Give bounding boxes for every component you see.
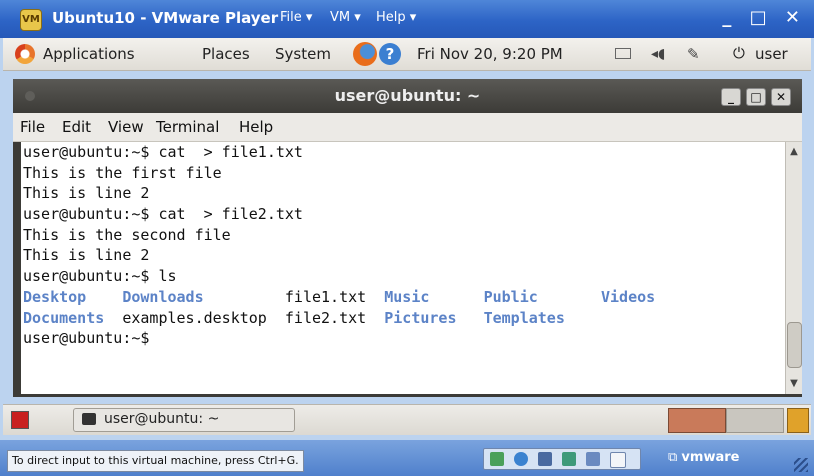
panel-clock[interactable]: Fri Nov 20, 9:20 PM — [417, 45, 563, 63]
scroll-down-icon[interactable]: ▼ — [786, 376, 802, 392]
terminal-close-button[interactable]: ✕ — [771, 88, 791, 106]
terminal-icon — [82, 413, 96, 425]
terminal-output[interactable]: user@ubuntu:~$ cat > file1.txt This is t… — [21, 142, 785, 394]
terminal-titlebar[interactable]: user@ubuntu: ~ _ □ ✕ — [13, 79, 802, 113]
terminal-line: This is line 2 — [23, 184, 150, 203]
ls-entry: Templates — [483, 308, 565, 327]
resize-grip-icon[interactable] — [794, 458, 808, 472]
terminal-minimize-button[interactable]: _ — [721, 88, 741, 106]
ls-output-row: Documents examples.desktop file2.txt Pic… — [23, 308, 785, 329]
ls-output-row: Desktop Downloads file1.txt Music Public… — [23, 287, 785, 308]
terminal-menu-file[interactable]: File — [20, 118, 45, 136]
help-icon[interactable]: ? — [379, 43, 401, 65]
vmware-logo: ⧉ vmware — [668, 450, 740, 465]
panel-user[interactable]: user — [755, 45, 788, 63]
terminal-line: user@ubuntu:~$ cat > file1.txt — [23, 143, 303, 161]
terminal-window: user@ubuntu: ~ _ □ ✕ File Edit View Term… — [13, 79, 802, 397]
terminal-menu-help[interactable]: Help — [239, 118, 273, 136]
vmware-menu-vm[interactable]: VM ▾ — [330, 10, 361, 25]
vmware-app-icon: VM — [20, 9, 42, 31]
scroll-up-icon[interactable]: ▲ — [786, 144, 802, 160]
terminal-menu-view[interactable]: View — [108, 118, 144, 136]
vmware-window-title: Ubuntu10 - VMware Player — [52, 9, 279, 27]
terminal-title: user@ubuntu: ~ — [334, 86, 481, 105]
network-icon[interactable]: ✎ — [687, 45, 700, 63]
vmware-menu-file[interactable]: File ▾ — [280, 10, 312, 25]
menu-places[interactable]: Places — [202, 45, 250, 63]
terminal-menu-edit[interactable]: Edit — [62, 118, 91, 136]
vmware-menu-help[interactable]: Help ▾ — [376, 10, 416, 25]
menu-applications[interactable]: Applications — [43, 45, 135, 63]
vmware-titlebar: VM Ubuntu10 - VMware Player File ▾ VM ▾ … — [0, 0, 814, 38]
ls-entry: Public — [483, 287, 538, 306]
vmware-status-bar: To direct input to this virtual machine,… — [0, 440, 814, 476]
mail-icon[interactable] — [615, 48, 631, 59]
hdd-icon[interactable] — [490, 452, 504, 466]
show-desktop-icon[interactable] — [11, 411, 29, 429]
ls-entry: file1.txt — [284, 287, 367, 306]
device-icons[interactable] — [483, 448, 641, 470]
scrollbar-thumb[interactable] — [787, 322, 802, 368]
vmware-app-icon-text: VM — [22, 14, 40, 25]
ls-entry: Downloads — [122, 287, 204, 306]
status-message: To direct input to this virtual machine,… — [7, 450, 304, 472]
vmware-logo-text: vmware — [681, 450, 740, 465]
floppy-icon[interactable] — [538, 452, 552, 466]
terminal-line: This is the second file — [23, 225, 231, 244]
terminal-line: This is line 2 — [23, 246, 150, 265]
ls-entry: examples.desktop — [122, 308, 267, 327]
ls-entry: Music — [384, 287, 430, 306]
usb-icon[interactable] — [610, 452, 626, 468]
terminal-scrollbar[interactable]: ▲ ▼ — [785, 142, 802, 394]
taskbar-terminal-button[interactable]: user@ubuntu: ~ — [73, 408, 295, 432]
taskbar-label: user@ubuntu: ~ — [104, 411, 220, 427]
volume-icon[interactable]: ◂◖ — [651, 46, 665, 62]
terminal-line: user@ubuntu:~$ cat > file2.txt — [23, 205, 303, 224]
gnome-bottom-panel: user@ubuntu: ~ — [3, 404, 811, 435]
network-adapter-icon[interactable] — [562, 452, 576, 466]
terminal-line: This is the first file — [23, 163, 222, 182]
power-icon[interactable]: ⏻ — [733, 44, 745, 62]
workspace-1[interactable] — [668, 408, 726, 433]
ls-entry: file2.txt — [284, 308, 367, 327]
ls-entry: Pictures — [384, 308, 457, 327]
terminal-prompt: user@ubuntu:~$ — [23, 329, 150, 348]
terminal-line: user@ubuntu:~$ ls — [23, 267, 177, 286]
ls-entry: Desktop — [23, 287, 87, 306]
menu-system[interactable]: System — [275, 45, 331, 63]
gnome-top-panel: Applications Places System ? Fri Nov 20,… — [3, 38, 811, 71]
ubuntu-apps-icon[interactable] — [15, 44, 35, 64]
terminal-menu-terminal[interactable]: Terminal — [156, 118, 219, 136]
terminal-menubar: File Edit View Terminal Help — [13, 113, 802, 142]
sound-icon[interactable] — [586, 452, 600, 466]
vmware-window-buttons[interactable]: _ □ ✕ — [722, 7, 806, 28]
terminal-maximize-button[interactable]: □ — [746, 88, 766, 106]
cdrom-icon[interactable] — [514, 452, 528, 466]
trash-icon[interactable] — [787, 408, 809, 433]
firefox-icon[interactable] — [353, 42, 377, 66]
workspace-2[interactable] — [726, 408, 784, 433]
ls-entry: Documents — [23, 308, 105, 327]
ls-entry: Videos — [601, 287, 656, 306]
